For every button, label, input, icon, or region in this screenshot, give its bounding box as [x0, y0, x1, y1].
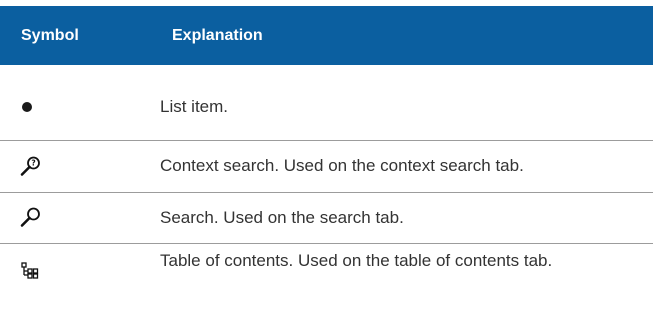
- table-row: ? Context search. Used on the context se…: [0, 141, 653, 192]
- table-header: Symbol Explanation: [0, 6, 653, 65]
- search-icon: [19, 205, 43, 229]
- table-row: Table of contents. Used on the table of …: [0, 244, 653, 315]
- header-explanation: Explanation: [172, 27, 263, 44]
- header-symbol: Symbol: [21, 27, 79, 44]
- row-explanation: List item.: [160, 97, 229, 116]
- bullet-icon: [22, 102, 32, 112]
- table-row: Search. Used on the search tab.: [0, 193, 653, 243]
- svg-text:?: ?: [31, 159, 35, 168]
- row-explanation: Table of contents. Used on the table of …: [160, 251, 553, 270]
- row-explanation: Search. Used on the search tab.: [160, 208, 404, 227]
- context-search-icon: ?: [19, 154, 43, 178]
- table-row: List item.: [0, 82, 653, 140]
- row-explanation: Context search. Used on the context sear…: [160, 156, 524, 175]
- table-of-contents-icon: [21, 262, 39, 280]
